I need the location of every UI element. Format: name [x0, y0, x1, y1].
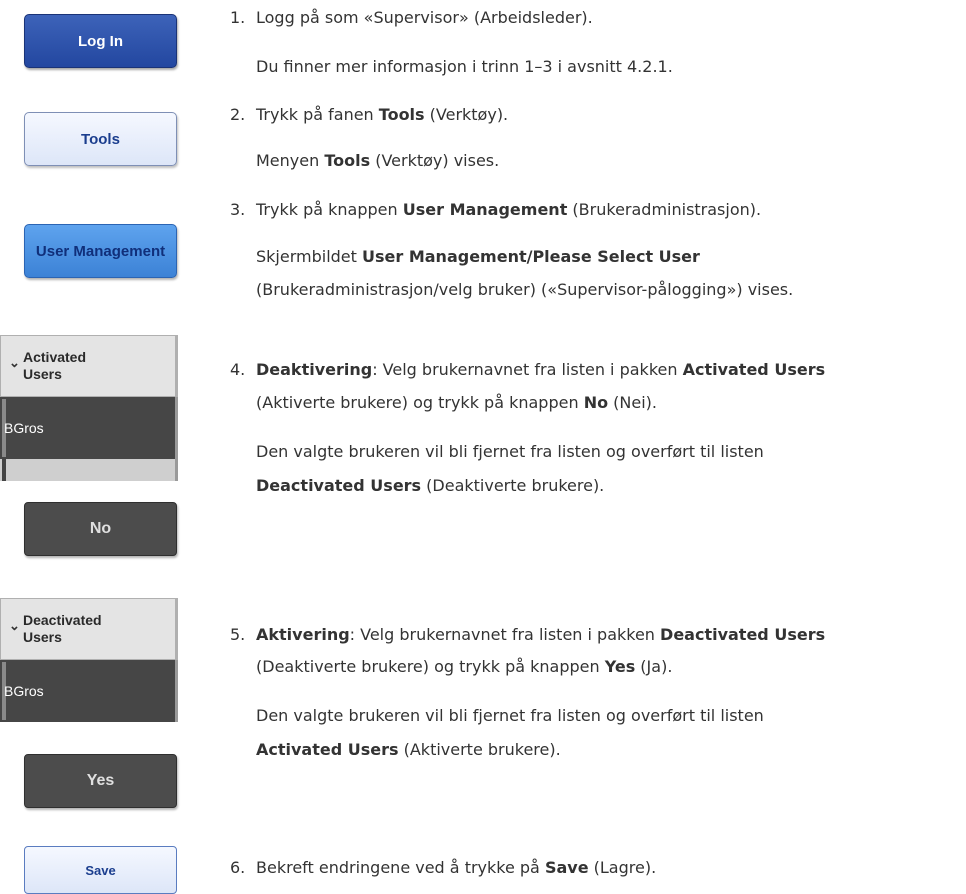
- step-5-line-2: (Deaktiverte brukere) og trykk på knappe…: [256, 657, 673, 676]
- step-4-note: Den valgte brukeren vil bli fjernet fra …: [256, 442, 764, 461]
- deactivated-users-title: Deactivated Users: [23, 612, 102, 645]
- step-3-note-2: (Brukeradministrasjon/velg bruker) («Sup…: [256, 280, 794, 299]
- tools-button[interactable]: Tools: [24, 112, 177, 166]
- step-5-note: Den valgte brukeren vil bli fjernet fra …: [256, 706, 764, 725]
- log-in-label: Log In: [78, 32, 123, 50]
- chevron-down-icon: ⌄: [9, 618, 20, 633]
- log-in-button[interactable]: Log In: [24, 14, 177, 68]
- yes-label: Yes: [86, 772, 115, 789]
- activated-users-header[interactable]: ⌄ Activated Users: [0, 335, 178, 397]
- yes-button[interactable]: Yes: [24, 754, 177, 808]
- step-5-note-2: Activated Users (Aktiverte brukere).: [256, 740, 561, 759]
- step-4-note-2: Deactivated Users (Deaktiverte brukere).: [256, 476, 605, 495]
- step-4-line-2: (Aktiverte brukere) og trykk på knappen …: [256, 393, 657, 412]
- save-button[interactable]: Save: [24, 846, 177, 894]
- step-3-note: Skjermbildet User Management/Please Sele…: [256, 247, 700, 266]
- deactivated-users-header[interactable]: ⌄ Deactivated Users: [0, 598, 178, 660]
- user-management-label: User Management: [35, 242, 166, 260]
- activated-users-title: Activated Users: [23, 349, 87, 382]
- step-2-note: Menyen Tools (Verktøy) vises.: [256, 151, 500, 170]
- user-name: BGros: [4, 420, 44, 436]
- no-button[interactable]: No: [24, 502, 177, 556]
- activated-users-panel: ⌄ Activated Users BGros: [0, 335, 178, 481]
- tools-label: Tools: [81, 130, 120, 148]
- user-management-button[interactable]: User Management: [24, 224, 177, 278]
- user-row-selected[interactable]: BGros: [0, 397, 178, 459]
- step-1-note: Du finner mer informasjon i trinn 1–3 i …: [256, 57, 673, 76]
- user-row-next[interactable]: [0, 459, 178, 481]
- save-label: Save: [85, 862, 116, 878]
- no-label: No: [89, 520, 112, 537]
- user-row-selected[interactable]: BGros: [0, 660, 178, 722]
- chevron-down-icon: ⌄: [9, 355, 20, 370]
- deactivated-users-panel: ⌄ Deactivated Users BGros: [0, 598, 178, 722]
- user-name: BGros: [4, 683, 44, 699]
